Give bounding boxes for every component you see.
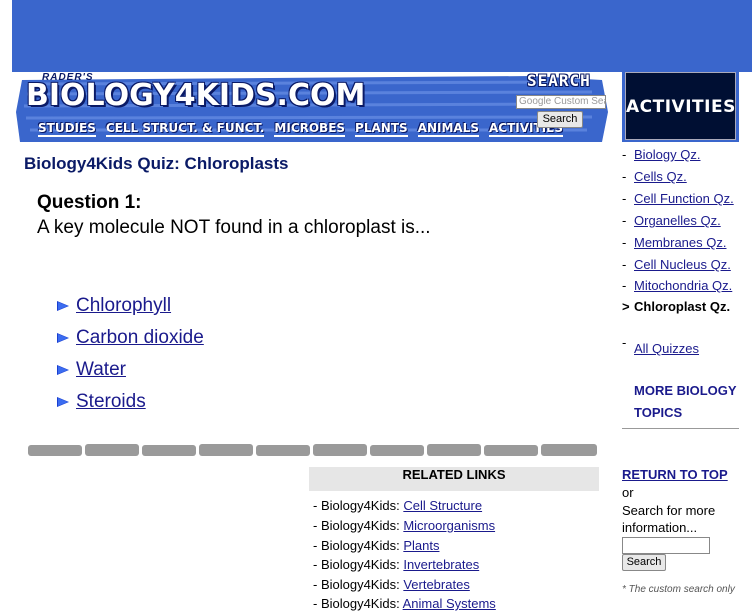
list-item: - Biology4Kids: Invertebrates [313, 557, 479, 572]
list-item: - Biology4Kids: Cell Structure [313, 498, 482, 513]
sidebar-marker: - [622, 335, 627, 350]
answer-option[interactable]: Chlorophyll [56, 295, 171, 317]
main-nav: STUDIES CELL STRUCT. & FUNCT. MICROBES P… [38, 121, 563, 137]
related-prefix: - Biology4Kids: [313, 518, 404, 533]
search-button[interactable]: Search [537, 111, 583, 128]
sidebar-marker: - [622, 213, 627, 228]
nav-animals[interactable]: ANIMALS [417, 121, 479, 137]
answer-link[interactable]: Steroids [76, 391, 146, 413]
related-link[interactable]: Cell Structure [403, 498, 482, 513]
search-more-text: Search for more information... [622, 503, 716, 535]
related-prefix: - Biology4Kids: [313, 557, 404, 572]
sidebar-current-label: Chloroplast Qz. [634, 299, 731, 314]
sidebar-item: - Cell Function Qz. [622, 191, 734, 206]
list-item: - Biology4Kids: Plants [313, 538, 439, 553]
sidebar-marker: - [622, 147, 627, 162]
sidebar-link[interactable]: Mitochondria Qz. [634, 278, 732, 293]
question-heading: Question 1: [37, 192, 142, 213]
search-input[interactable]: Google Custom Search [516, 95, 606, 109]
activities-panel: ACTIVITIES [625, 72, 736, 140]
list-item: - Biology4Kids: Vertebrates [313, 577, 470, 592]
current-marker: > [622, 299, 630, 314]
answer-option[interactable]: Steroids [56, 391, 146, 413]
sidebar-item: - Biology Qz. [622, 147, 700, 162]
activities-label: ACTIVITIES [626, 97, 736, 117]
sidebar-link[interactable]: Biology Qz. [634, 147, 700, 162]
sidebar-link[interactable]: Cell Nucleus Qz. [634, 257, 731, 272]
related-links-box: RELATED LINKS - Biology4Kids: Cell Struc… [309, 467, 599, 611]
nav-microbes[interactable]: MICROBES [274, 121, 346, 137]
related-link[interactable]: Animal Systems [403, 596, 496, 611]
answer-option[interactable]: Carbon dioxide [56, 327, 204, 349]
sidebar-link[interactable]: Membranes Qz. [634, 235, 726, 250]
sidebar-marker: - [622, 191, 627, 206]
related-prefix: - Biology4Kids: [313, 596, 403, 611]
bottom-search-button[interactable]: Search [622, 554, 666, 571]
sidebar-item: - Membranes Qz. [622, 235, 726, 250]
related-prefix: - Biology4Kids: [313, 498, 404, 513]
all-quizzes-link[interactable]: All Quizzes [634, 341, 699, 356]
sidebar-item: - All Quizzes [622, 335, 699, 356]
more-topics-item: MORE BIOLOGY TOPICS [634, 380, 746, 424]
related-prefix: - Biology4Kids: [313, 577, 404, 592]
return-to-top-link[interactable]: RETURN TO TOP [622, 467, 728, 482]
answer-link[interactable]: Carbon dioxide [76, 327, 204, 349]
bottom-search-input[interactable] [622, 537, 710, 554]
sidebar-marker: - [622, 278, 627, 293]
sidebar-item-current: > Chloroplast Qz. [622, 299, 730, 314]
sidebar-marker: - [622, 235, 627, 250]
site-logo[interactable]: BIOLOGY4KIDS.COM [26, 78, 365, 113]
sidebar-link[interactable]: Organelles Qz. [634, 213, 721, 228]
related-link[interactable]: Vertebrates [403, 577, 470, 592]
related-link[interactable]: Invertebrates [403, 557, 479, 572]
search-note: * The custom search only [622, 584, 735, 595]
arrow-bullet-icon [57, 301, 69, 311]
nav-studies[interactable]: STUDIES [38, 121, 96, 137]
decorative-divider [28, 444, 597, 456]
sidebar-link[interactable]: Cell Function Qz. [634, 191, 734, 206]
sidebar-item: - Organelles Qz. [622, 213, 721, 228]
sidebar-item: - Cells Qz. [622, 169, 687, 184]
top-banner [12, 0, 752, 72]
list-item: - Biology4Kids: Microorganisms [313, 518, 495, 533]
related-link[interactable]: Plants [403, 538, 439, 553]
arrow-bullet-icon [57, 365, 69, 375]
activities-banner[interactable]: ACTIVITIES [622, 70, 739, 142]
or-text: or [622, 485, 634, 500]
nav-plants[interactable]: PLANTS [355, 121, 408, 137]
sidebar-divider [622, 428, 739, 429]
sidebar-marker: - [622, 257, 627, 272]
related-link[interactable]: Microorganisms [403, 518, 495, 533]
search-heading: SEARCH [527, 71, 591, 90]
answer-option[interactable]: Water [56, 359, 126, 381]
page-title: Biology4Kids Quiz: Chloroplasts [24, 154, 289, 173]
sidebar-marker: - [622, 169, 627, 184]
answer-link[interactable]: Chlorophyll [76, 295, 171, 317]
arrow-bullet-icon [57, 333, 69, 343]
sidebar-item: - Cell Nucleus Qz. [622, 257, 731, 272]
sidebar-link[interactable]: Cells Qz. [634, 169, 687, 184]
sidebar-item: - Mitochondria Qz. [622, 278, 732, 293]
list-item: - Biology4Kids: Animal Systems [313, 596, 496, 611]
more-topics-link[interactable]: MORE BIOLOGY TOPICS [634, 383, 736, 420]
related-links-header: RELATED LINKS [309, 467, 599, 491]
answer-link[interactable]: Water [76, 359, 126, 381]
arrow-bullet-icon [57, 397, 69, 407]
question-text: A key molecule NOT found in a chloroplas… [37, 217, 431, 238]
nav-cell-structure[interactable]: CELL STRUCT. & FUNCT. [105, 121, 265, 137]
related-prefix: - Biology4Kids: [313, 538, 404, 553]
